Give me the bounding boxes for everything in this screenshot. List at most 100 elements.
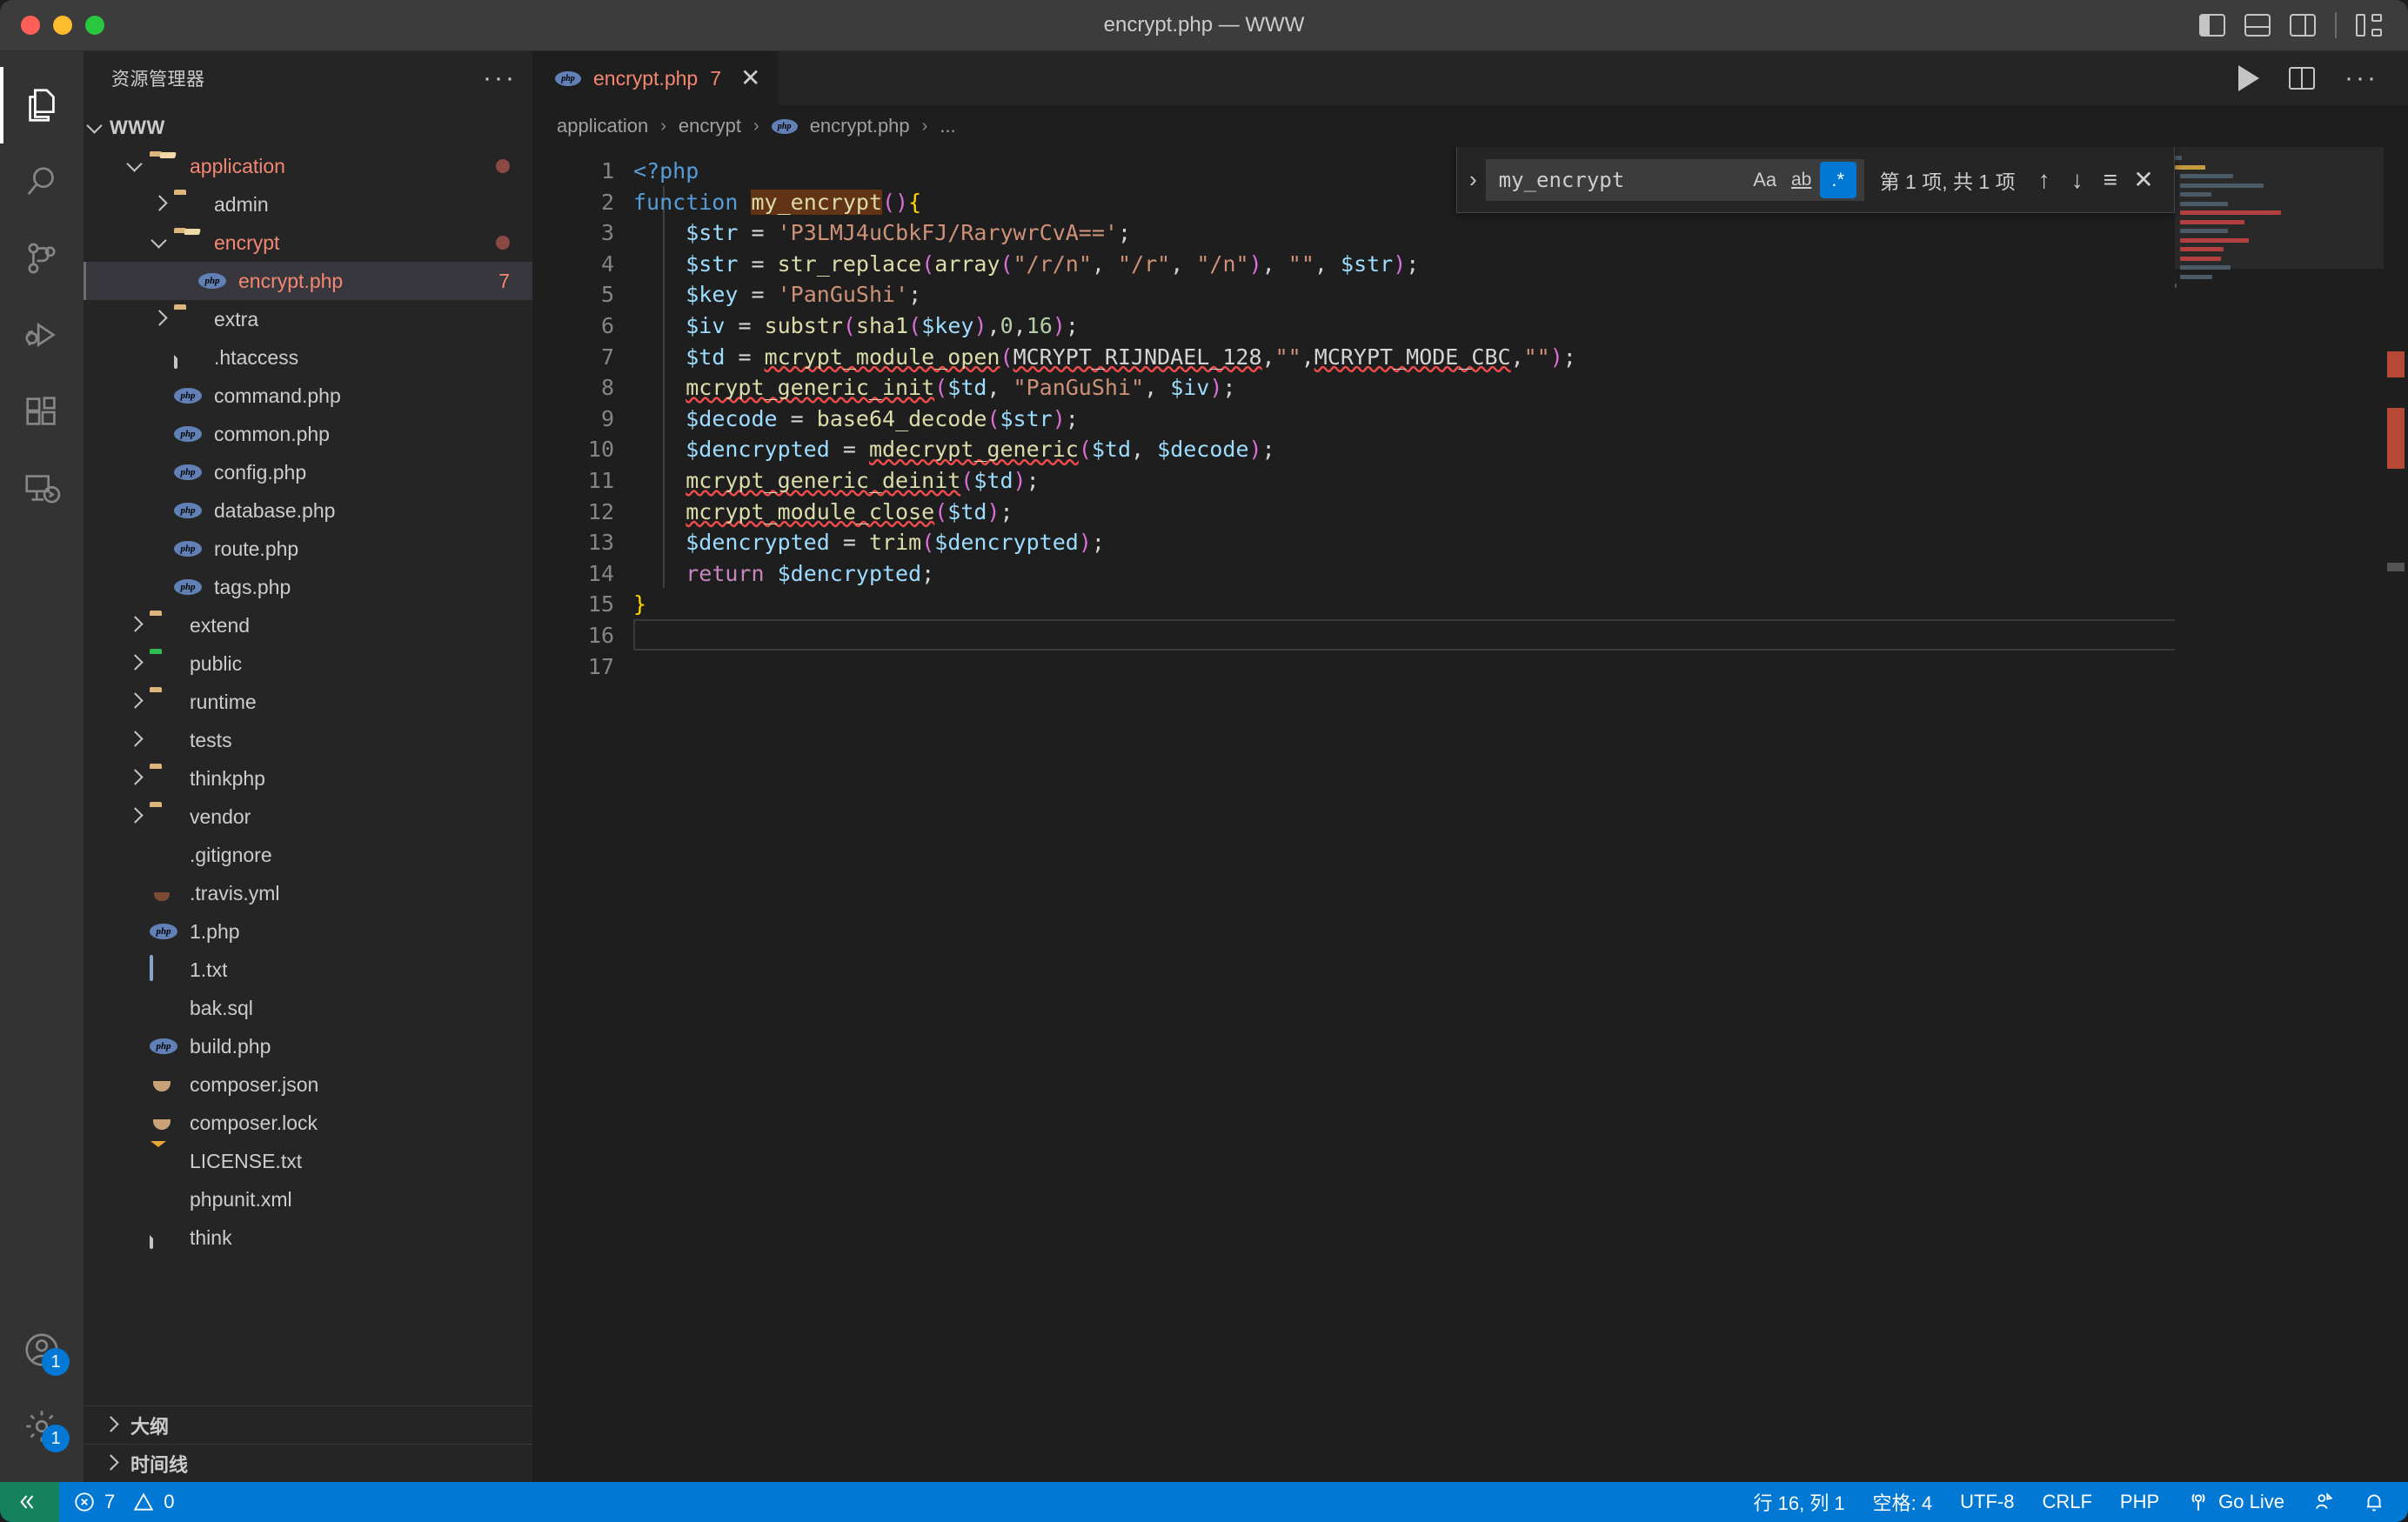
minimap[interactable] (2175, 147, 2384, 1482)
match-case-button[interactable]: Aa (1747, 162, 1783, 198)
explorer-more-actions-icon[interactable]: ··· (483, 65, 517, 91)
tree-item-1.txt[interactable]: 1.txt (84, 951, 532, 989)
breadcrumb-application[interactable]: application (557, 115, 648, 137)
minimap-line (2175, 209, 2384, 218)
breadcrumb-file[interactable]: encrypt.php (810, 115, 910, 137)
folder-icon (174, 306, 204, 332)
close-icon[interactable]: ✕ (740, 66, 760, 90)
tab-encrypt-php[interactable]: php encrypt.php 7 ✕ (532, 51, 779, 105)
editor-scrollbar[interactable] (2384, 147, 2408, 1482)
tree-item-database.php[interactable]: php database.php (84, 491, 532, 530)
breadcrumb-symbols[interactable]: ... (940, 115, 955, 137)
tree-item-think[interactable]: think (84, 1218, 532, 1257)
code-line: $dencrypted = trim($dencrypted); (686, 530, 1105, 556)
tree-item-build.php[interactable]: php build.php (84, 1027, 532, 1065)
find-in-selection-icon[interactable]: ≡ (2094, 160, 2127, 200)
minimap-line (2175, 218, 2384, 228)
tree-item-extra[interactable]: extra (84, 300, 532, 338)
sidebar-item-search[interactable] (0, 144, 84, 220)
tree-item-public[interactable]: public (84, 644, 532, 683)
extensions-icon (26, 397, 56, 425)
tree-item-application[interactable]: application (84, 147, 532, 185)
feedback-button[interactable] (2298, 1482, 2349, 1522)
customize-layout-icon[interactable] (2356, 14, 2382, 37)
tree-item-1.php[interactable]: php 1.php (84, 912, 532, 951)
sidebar-item-explorer[interactable] (0, 67, 84, 144)
tree-item-vendor[interactable]: vendor (84, 798, 532, 836)
tree-item-encrypt.php[interactable]: php encrypt.php 7 (84, 262, 532, 300)
chevron-down-icon (124, 155, 146, 177)
overview-error-marker (2387, 351, 2405, 377)
language-mode-status[interactable]: PHP (2106, 1482, 2173, 1522)
find-previous-icon[interactable]: ↑ (2028, 160, 2061, 200)
panel-right-icon[interactable] (2290, 14, 2316, 37)
whole-word-button[interactable]: ab (1783, 162, 1820, 198)
minimap-line (2175, 190, 2384, 200)
line-number: 3 (600, 220, 614, 246)
tree-item-.gitignore[interactable]: .gitignore (84, 836, 532, 874)
minimap-line (2175, 182, 2384, 191)
sidebar-item-remote-explorer[interactable] (0, 450, 84, 526)
code-editor[interactable]: 1 2 3 4 5 6 7 8 9 10 11 12 13 14 15 16 17 <?php function… (532, 147, 2408, 1482)
maximize-window-button[interactable] (85, 16, 104, 35)
line-number: 6 (600, 312, 614, 338)
find-next-icon[interactable]: ↓ (2061, 160, 2094, 200)
tree-item-runtime[interactable]: runtime (84, 683, 532, 721)
panel-left-icon[interactable] (2199, 14, 2225, 37)
tree-item-extend[interactable]: extend (84, 606, 532, 644)
tree-item-command.php[interactable]: php command.php (84, 377, 532, 415)
source-control-icon (28, 243, 56, 274)
sidebar-item-extensions[interactable] (0, 373, 84, 450)
tree-item-route.php[interactable]: php route.php (84, 530, 532, 568)
split-editor-icon[interactable] (2289, 67, 2316, 90)
go-live-button[interactable]: Go Live (2173, 1482, 2298, 1522)
indentation-status[interactable]: 空格: 4 (1859, 1482, 1946, 1522)
tree-item-tags.php[interactable]: php tags.php (84, 568, 532, 606)
tree-item-label: route.php (214, 537, 299, 560)
chevron-right-icon (124, 729, 146, 751)
find-input[interactable]: my_encrypt Aa ab .* (1485, 158, 1864, 201)
tree-item-tests[interactable]: tests (84, 721, 532, 759)
panel-bottom-icon[interactable] (2244, 14, 2271, 37)
tree-root-www[interactable]: WWW (84, 109, 532, 147)
tree-item-admin[interactable]: admin (84, 185, 532, 224)
chevron-right-icon (124, 652, 146, 675)
tree-item-composer.json[interactable]: composer.json (84, 1065, 532, 1104)
problems-status[interactable]: 7 0 (59, 1482, 189, 1522)
sidebar-section-outline[interactable]: 大纲 (84, 1405, 532, 1444)
accounts-button[interactable]: 1 (0, 1312, 84, 1388)
more-actions-icon[interactable]: ··· (2344, 65, 2378, 91)
tree-item-.htaccess[interactable]: .htaccess (84, 338, 532, 377)
toggle-replace-icon[interactable]: › (1466, 166, 1486, 193)
code-content[interactable]: <?php function my_encrypt(){ $str = 'P3L… (633, 147, 2408, 1482)
find-widget[interactable]: › my_encrypt Aa ab .* 第 1 项, 共 1 项 ↑ ↓ ≡… (1456, 147, 2175, 213)
tree-item-composer.lock[interactable]: composer.lock (84, 1104, 532, 1142)
sidebar-item-run-and-debug[interactable] (0, 297, 84, 373)
eol-status[interactable]: CRLF (2028, 1482, 2105, 1522)
close-find-icon[interactable]: ✕ (2127, 160, 2160, 200)
tree-item-phpunit.xml[interactable]: phpunit.xml (84, 1180, 532, 1218)
run-icon[interactable] (2238, 65, 2260, 91)
notifications-button[interactable] (2349, 1482, 2399, 1522)
tree-item-LICENSE.txt[interactable]: LICENSE.txt (84, 1142, 532, 1180)
tree-item-thinkphp[interactable]: thinkphp (84, 759, 532, 798)
tree-item-common.php[interactable]: php common.php (84, 415, 532, 453)
close-window-button[interactable] (21, 16, 40, 35)
use-regex-button[interactable]: .* (1819, 161, 1856, 198)
sidebar-item-source-control[interactable] (0, 220, 84, 297)
tree-item-bak.sql[interactable]: bak.sql (84, 989, 532, 1027)
breadcrumb-encrypt[interactable]: encrypt (679, 115, 741, 137)
remote-window-button[interactable] (0, 1482, 59, 1522)
tree-item-encrypt[interactable]: encrypt (84, 224, 532, 262)
minimize-window-button[interactable] (53, 16, 72, 35)
sidebar-section-timeline[interactable]: 时间线 (84, 1444, 532, 1482)
encoding-status[interactable]: UTF-8 (1946, 1482, 2028, 1522)
tree-item-config.php[interactable]: php config.php (84, 453, 532, 491)
chevron-right-icon: › (753, 116, 759, 136)
php-icon: php (150, 918, 179, 945)
minimap-line (2175, 255, 2384, 264)
cursor-position-status[interactable]: 行 16, 列 1 (1740, 1482, 1859, 1522)
tree-item-.travis.yml[interactable]: .travis.yml (84, 874, 532, 912)
manage-button[interactable]: 1 (0, 1388, 84, 1465)
file-icon (174, 343, 204, 370)
